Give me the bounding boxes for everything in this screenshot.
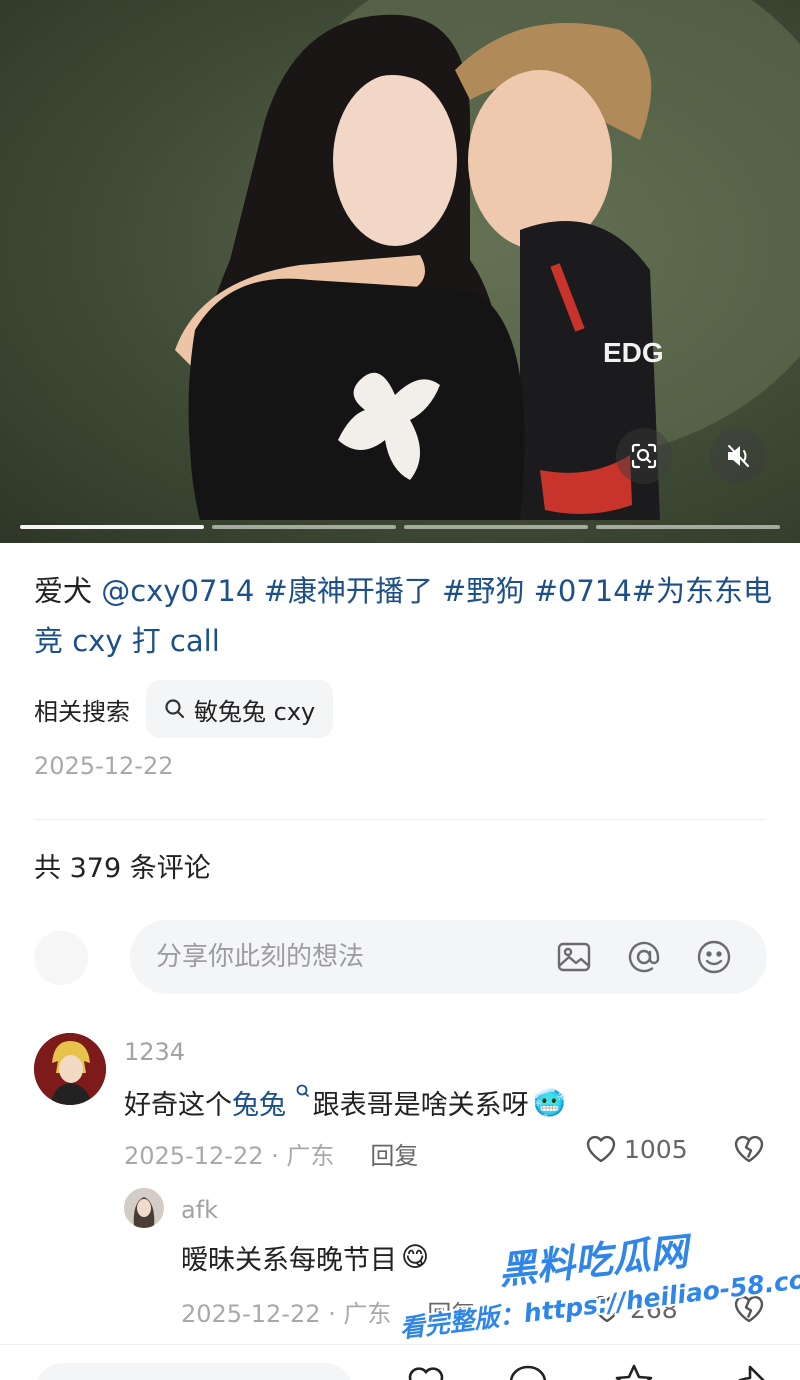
dislike-button[interactable] (732, 1132, 766, 1170)
avatar-image (124, 1188, 164, 1228)
post-caption: 爱犬 @cxy0714 #康神开播了 #野狗 #0714#为东东电竞 cxy 打… (34, 566, 774, 666)
comment-text-part: 暧昧关系每晚节目 (181, 1245, 397, 1276)
comment-search-link[interactable]: 兔兔 (232, 1083, 313, 1122)
slide-indicator-1 (20, 525, 204, 529)
mention-link[interactable]: @cxy0714 (101, 574, 254, 608)
slide-indicator-3 (404, 525, 588, 529)
slide-indicator-4 (596, 525, 780, 529)
comment-input-bar[interactable] (130, 920, 767, 994)
caption-prefix: 爱犬 (34, 574, 102, 608)
slide-indicator-2 (212, 525, 396, 529)
hashtag-link[interactable]: #野狗 (433, 574, 524, 608)
scan-search-button[interactable] (616, 428, 672, 484)
comment-input[interactable] (156, 942, 536, 972)
search-icon (296, 1084, 309, 1098)
broken-heart-icon (734, 1135, 764, 1163)
comment-icon[interactable] (506, 1361, 550, 1380)
divider (34, 819, 766, 820)
comment-meta: 2025-12-22 · 广东 回复 (124, 1136, 418, 1171)
like-count: 1005 (624, 1134, 688, 1164)
avatar[interactable] (124, 1188, 164, 1228)
comment-text: 暧昧关系每晚节目 😋 (181, 1238, 429, 1277)
avatar-image (34, 1033, 106, 1105)
share-icon[interactable] (724, 1361, 768, 1380)
at-icon (628, 941, 660, 973)
image-button[interactable] (554, 937, 594, 977)
search-icon (165, 699, 185, 719)
mention-button[interactable] (624, 937, 664, 977)
post-media[interactable]: EDG (0, 0, 800, 543)
bottom-comment-input[interactable] (34, 1363, 354, 1380)
comment-text: 好奇这个 兔兔 跟表哥是啥关系呀 🥶 (124, 1083, 566, 1122)
comment-username[interactable]: 1234 (124, 1038, 185, 1066)
like-icon[interactable] (404, 1361, 448, 1380)
emoji-icon (697, 940, 731, 974)
scan-search-icon (631, 443, 657, 469)
comment-count: 共 379 条评论 (34, 853, 211, 884)
avatar[interactable] (34, 1033, 106, 1105)
image-icon (557, 942, 591, 972)
reply-button[interactable]: 回复 (370, 1136, 418, 1171)
post-photo: EDG (175, 0, 800, 521)
hashtag-link[interactable]: #康神开播了 (254, 574, 433, 608)
comment-search-link-label: 兔兔 (232, 1090, 286, 1121)
comment-date-location: 2025-12-22 · 广东 (181, 1300, 392, 1328)
slide-progress (20, 525, 780, 529)
related-search-chip[interactable]: 敏兔兔 cxy (146, 680, 334, 738)
related-search-label: 相关搜索 (34, 697, 130, 726)
related-search-query: 敏兔兔 cxy (194, 697, 316, 726)
comment-username[interactable]: afk (181, 1196, 218, 1224)
heart-icon (586, 1135, 616, 1163)
comment-text-part: 跟表哥是啥关系呀 (312, 1090, 529, 1121)
comment-text-part: 好奇这个 (124, 1090, 232, 1121)
speaker-muted-icon (728, 445, 749, 467)
my-avatar (34, 931, 88, 985)
star-icon[interactable] (612, 1361, 656, 1380)
mute-button[interactable] (710, 428, 766, 484)
yum-face-emoji: 😋 (401, 1242, 430, 1273)
emoji-button[interactable] (694, 937, 734, 977)
related-search: 相关搜索 敏兔兔 cxy (34, 680, 334, 738)
jersey-text: EDG (603, 337, 664, 368)
post-date: 2025-12-22 (34, 752, 174, 780)
like-button[interactable]: 1005 (584, 1132, 688, 1166)
bottom-action-bar (0, 1344, 800, 1380)
cold-face-emoji: 🥶 (532, 1087, 567, 1119)
comment-date-location: 2025-12-22 · 广东 (124, 1142, 335, 1170)
